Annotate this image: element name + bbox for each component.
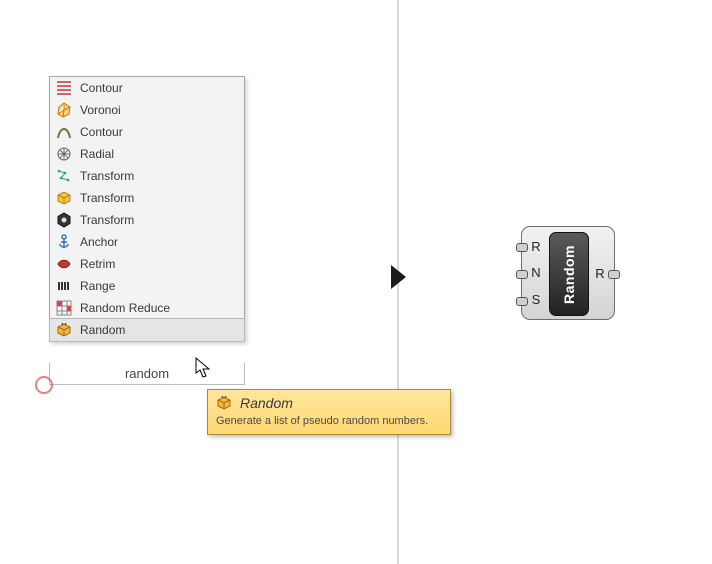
menu-item-contour-1[interactable]: Contour bbox=[50, 77, 244, 99]
random-box-icon bbox=[54, 320, 74, 340]
component-random[interactable]: R N S Random R bbox=[521, 226, 615, 320]
input-label: N bbox=[531, 265, 540, 280]
anchor-icon bbox=[54, 232, 74, 252]
menu-item-label: Radial bbox=[80, 147, 114, 161]
input-label: S bbox=[532, 292, 541, 307]
search-input[interactable]: random bbox=[49, 363, 245, 385]
transform-hex-icon bbox=[54, 210, 74, 230]
menu-item-label: Contour bbox=[80, 125, 123, 139]
tooltip: Random Generate a list of pseudo random … bbox=[207, 389, 451, 435]
random-box-icon bbox=[216, 395, 232, 411]
menu-item-label: Transform bbox=[80, 191, 134, 205]
menu-item-transform-2[interactable]: Transform bbox=[50, 187, 244, 209]
menu-item-range[interactable]: Range bbox=[50, 275, 244, 297]
component-core[interactable]: Random bbox=[549, 232, 589, 316]
tooltip-title: Random bbox=[240, 395, 293, 411]
component-name: Random bbox=[561, 245, 577, 304]
transform-points-icon bbox=[54, 166, 74, 186]
menu-item-retrim[interactable]: Retrim bbox=[50, 253, 244, 275]
search-input-value: random bbox=[125, 366, 169, 381]
menu-item-random[interactable]: Random bbox=[49, 318, 245, 342]
component-outputs: R bbox=[590, 227, 610, 319]
menu-item-transform-3[interactable]: Transform bbox=[50, 209, 244, 231]
range-icon bbox=[54, 276, 74, 296]
output-label: R bbox=[595, 266, 604, 281]
menu-item-contour-2[interactable]: Contour bbox=[50, 121, 244, 143]
retrim-icon bbox=[54, 254, 74, 274]
menu-item-label: Transform bbox=[80, 213, 134, 227]
input-label: R bbox=[531, 239, 540, 254]
menu-item-label: Contour bbox=[80, 81, 123, 95]
divider-arrow-icon bbox=[391, 265, 406, 289]
menu-item-random-reduce[interactable]: Random Reduce bbox=[50, 297, 244, 319]
curve-icon bbox=[54, 122, 74, 142]
component-inputs: R N S bbox=[526, 233, 546, 313]
transform-box-icon bbox=[54, 188, 74, 208]
search-results-menu: Contour Voronoi Contour Radial Transform… bbox=[49, 76, 245, 342]
menu-item-voronoi[interactable]: Voronoi bbox=[50, 99, 244, 121]
menu-item-label: Anchor bbox=[80, 235, 118, 249]
menu-item-label: Voronoi bbox=[80, 103, 121, 117]
menu-item-label: Random Reduce bbox=[80, 301, 170, 315]
menu-item-transform-1[interactable]: Transform bbox=[50, 165, 244, 187]
tooltip-body: Generate a list of pseudo random numbers… bbox=[216, 415, 442, 427]
menu-item-label: Transform bbox=[80, 169, 134, 183]
menu-item-radial[interactable]: Radial bbox=[50, 143, 244, 165]
menu-item-label: Retrim bbox=[80, 257, 115, 271]
radial-icon bbox=[54, 144, 74, 164]
canvas-click-marker bbox=[35, 376, 53, 394]
voronoi-icon bbox=[54, 100, 74, 120]
menu-item-anchor[interactable]: Anchor bbox=[50, 231, 244, 253]
grid-icon bbox=[54, 298, 74, 318]
menu-item-label: Range bbox=[80, 279, 115, 293]
menu-item-label: Random bbox=[80, 323, 125, 337]
contour-lines-icon bbox=[54, 78, 74, 98]
